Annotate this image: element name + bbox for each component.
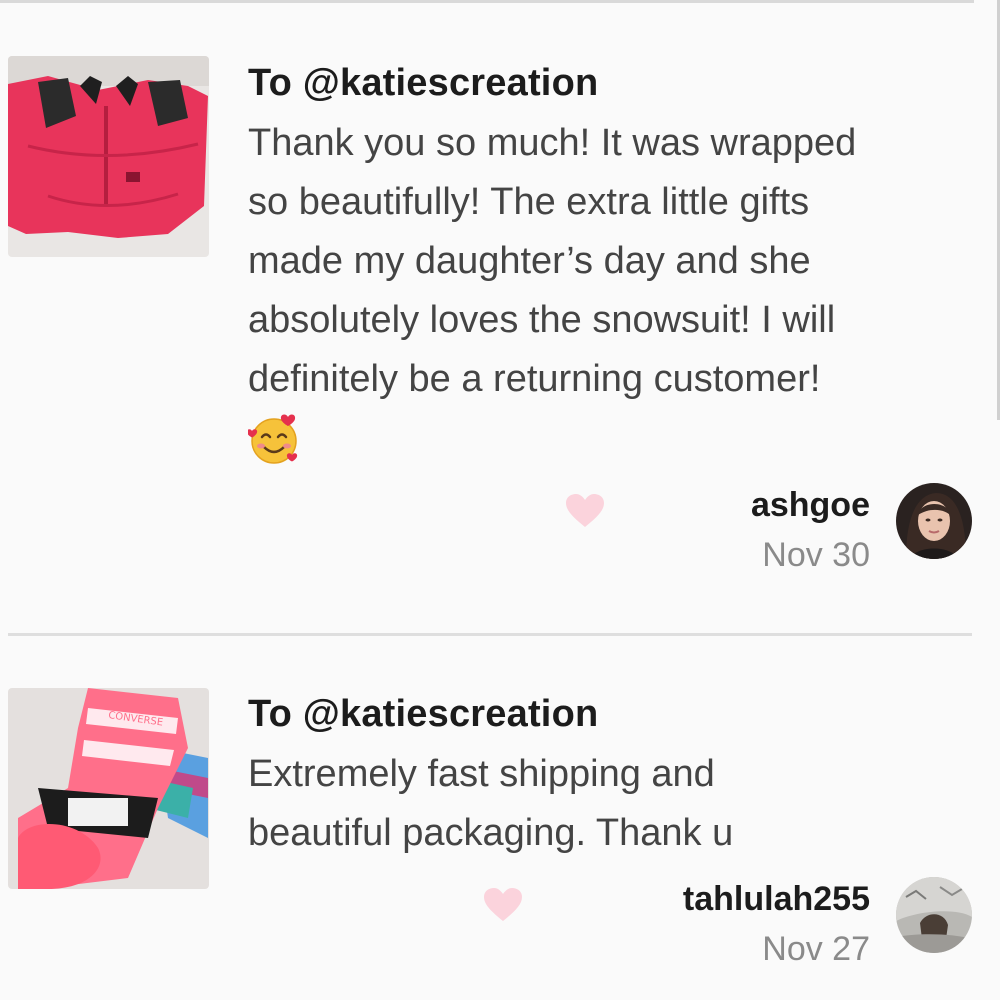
- review-username[interactable]: tahlulah255: [683, 880, 870, 919]
- avatar-photo-icon: [896, 483, 972, 559]
- product-thumbnail[interactable]: [8, 56, 209, 257]
- review-divider: [8, 633, 972, 636]
- avatar-photo-icon: [896, 877, 972, 953]
- snowsuit-photo-icon: [8, 56, 209, 257]
- review-meta: ashgoe Nov 30: [550, 486, 870, 576]
- user-avatar[interactable]: [896, 483, 972, 559]
- review-username[interactable]: ashgoe: [751, 486, 870, 525]
- review-date: Nov 27: [762, 930, 870, 968]
- reviews-page: To @katiescreation Thank you so much! It…: [0, 0, 1000, 1000]
- socks-photo-icon: CONVERSE: [8, 688, 209, 889]
- user-avatar[interactable]: [896, 877, 972, 953]
- review-message: Thank you so much! It was wrapped so bea…: [248, 122, 857, 400]
- product-thumbnail[interactable]: CONVERSE: [8, 688, 209, 889]
- top-divider: [0, 0, 974, 3]
- review-body: To @katiescreation Thank you so much! It…: [246, 60, 978, 472]
- review-message: Extremely fast shipping and beautiful pa…: [248, 753, 734, 854]
- heart-icon[interactable]: [484, 888, 522, 922]
- heart-icon[interactable]: [566, 494, 604, 528]
- review-date: Nov 30: [762, 536, 870, 574]
- review-meta: tahlulah255 Nov 27: [484, 880, 870, 970]
- smiling-face-with-hearts-icon: [246, 414, 298, 464]
- review-recipient[interactable]: To @katiescreation: [248, 60, 978, 106]
- review-recipient[interactable]: To @katiescreation: [248, 691, 978, 737]
- review-body: To @katiescreation Extremely fast shippi…: [248, 691, 978, 863]
